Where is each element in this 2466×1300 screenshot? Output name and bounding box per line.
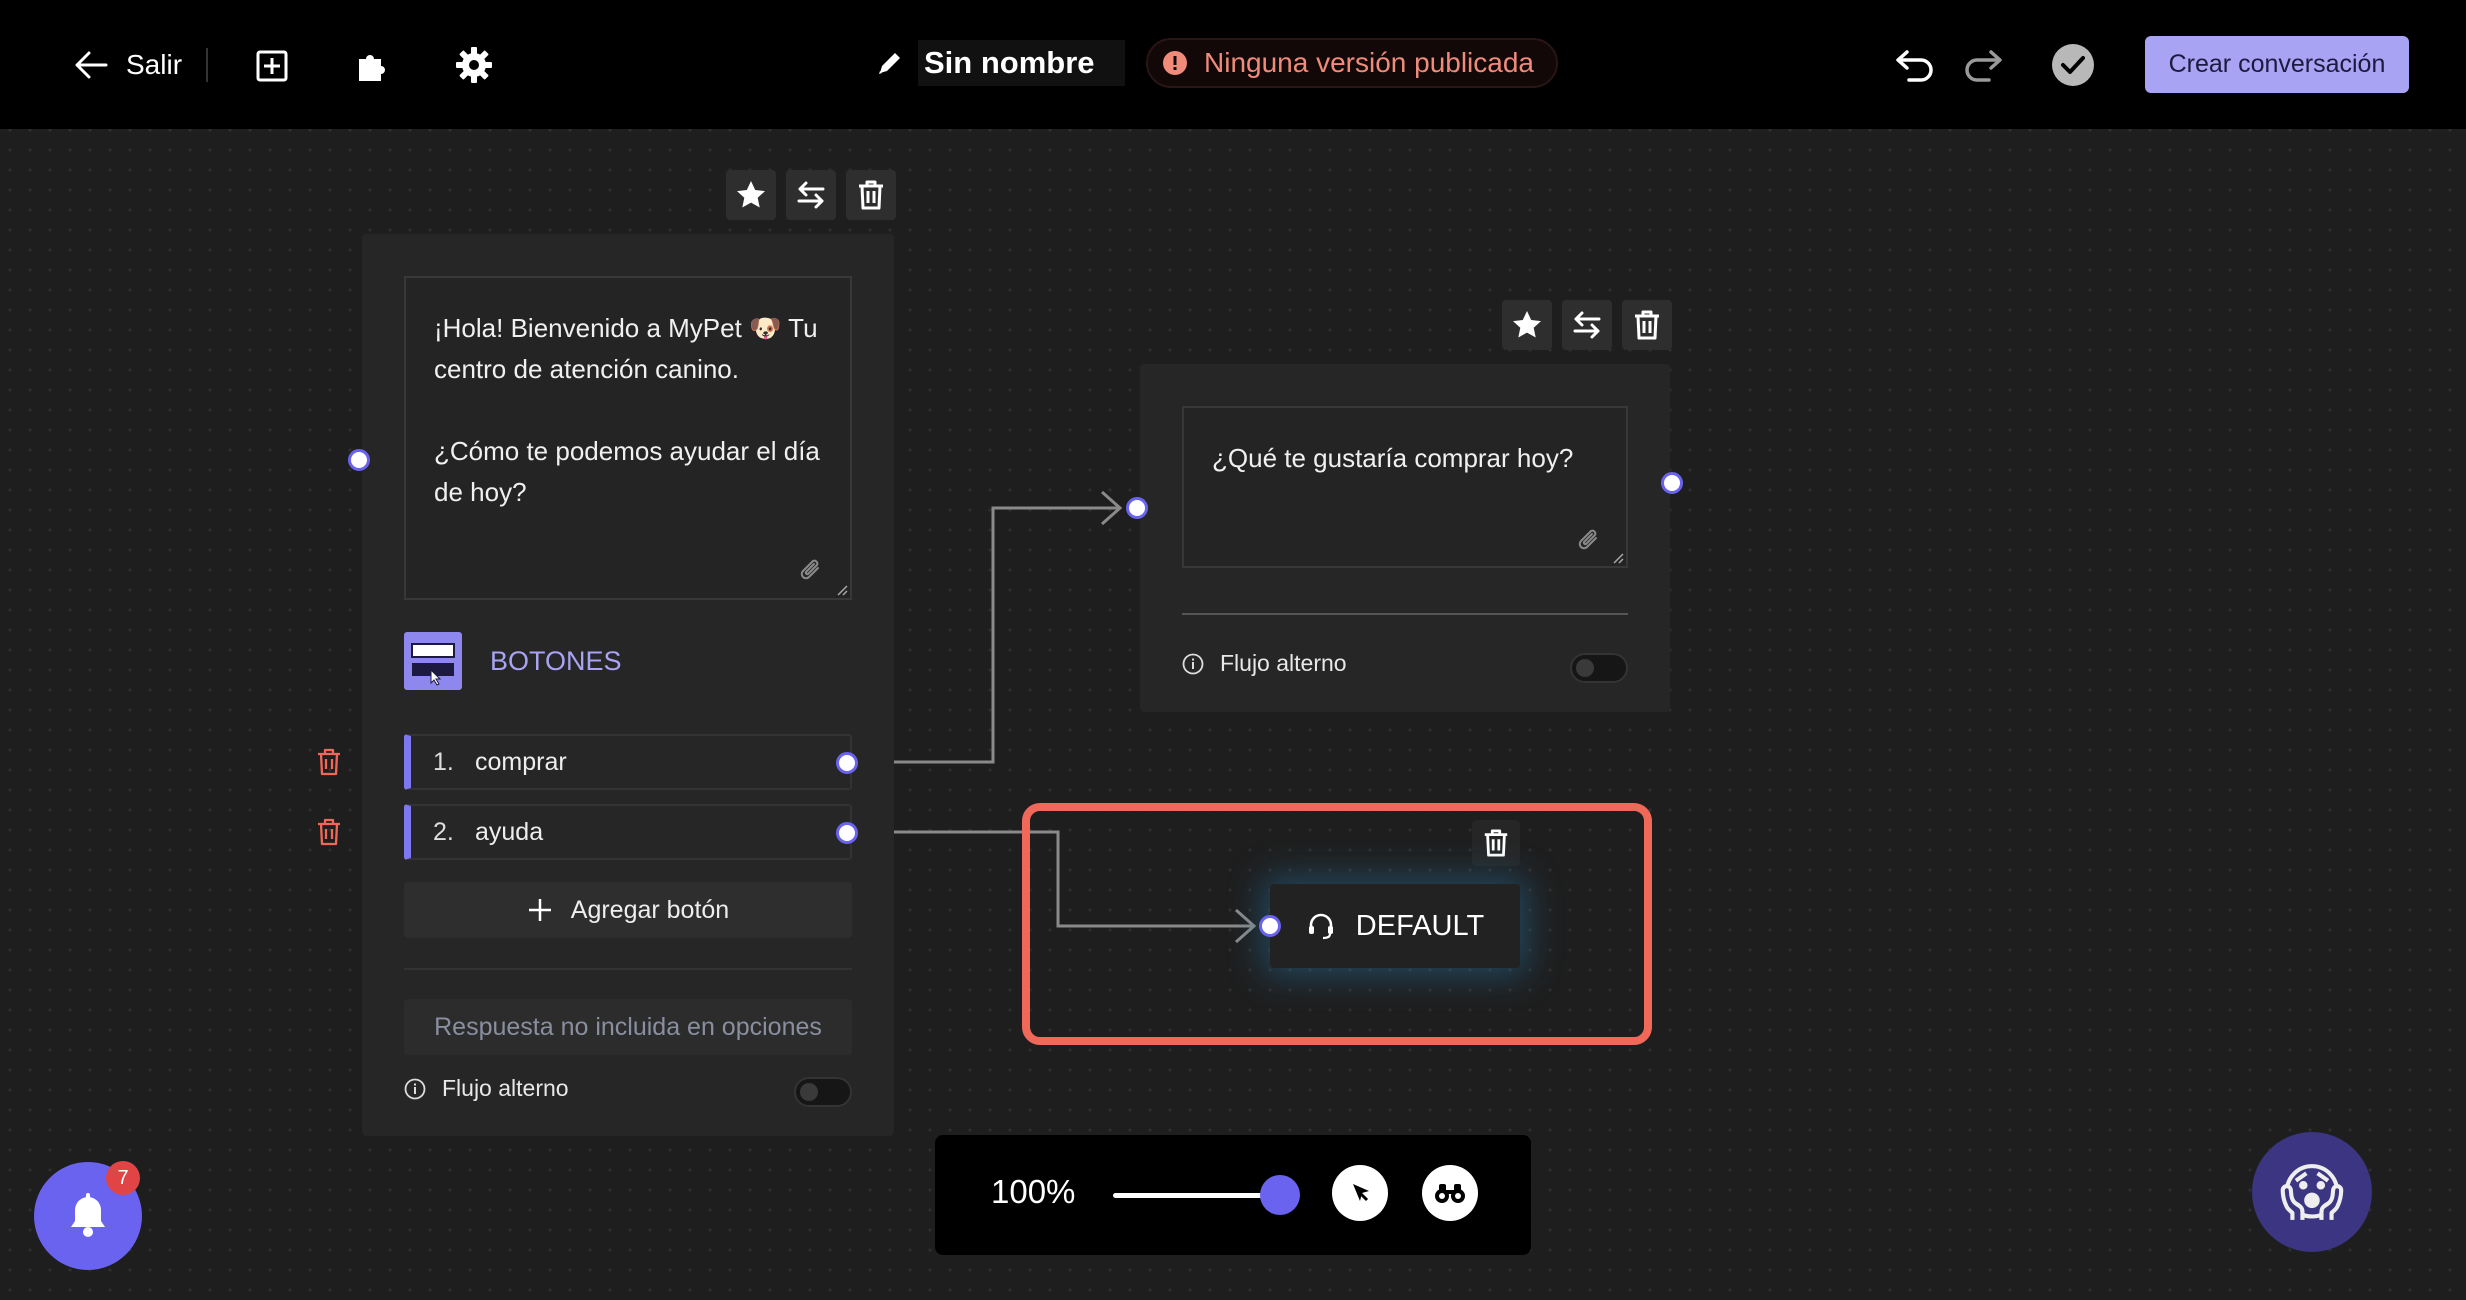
- option-comprar[interactable]: 1. comprar: [404, 734, 852, 790]
- alt-flow-label: Flujo alterno: [1220, 650, 1347, 676]
- fallback-response-button[interactable]: Respuesta no incluida en opciones: [404, 999, 852, 1055]
- create-conversation-button[interactable]: Crear conversación: [2145, 36, 2409, 93]
- option-label: ayuda: [475, 817, 544, 846]
- option-comprar-handle[interactable]: [836, 752, 858, 774]
- add-node-button[interactable]: [250, 44, 294, 88]
- buttons-section-label: BOTONES: [490, 645, 622, 676]
- trash-icon: [1482, 828, 1510, 858]
- star-icon: [1511, 309, 1543, 341]
- shop-node[interactable]: ¿Qué te gustaría comprar hoy? Flujo alte…: [1140, 364, 1670, 712]
- swap-button[interactable]: [786, 170, 836, 220]
- alt-flow-toggle[interactable]: [794, 1077, 852, 1107]
- pencil-icon: [876, 49, 904, 77]
- add-button-label: Agregar botón: [570, 895, 730, 924]
- option-ayuda-handle[interactable]: [836, 822, 858, 844]
- bell-icon: [67, 1193, 109, 1239]
- title-text: Sin nombre: [918, 40, 1125, 86]
- paperclip-icon[interactable]: [1576, 528, 1602, 554]
- status-badge-text: Ninguna versión publicada: [1204, 47, 1534, 78]
- redo-button[interactable]: [1960, 44, 2006, 86]
- alt-flow-label: Flujo alterno: [442, 1075, 569, 1101]
- zoom-slider-knob[interactable]: [1260, 1175, 1300, 1215]
- set-start-button[interactable]: [1502, 300, 1552, 350]
- buttons-block-icon: [404, 632, 462, 690]
- shop-message-box[interactable]: ¿Qué te gustaría comprar hoy?: [1182, 406, 1628, 568]
- delete-option-ayuda-icon[interactable]: [316, 818, 342, 846]
- undo-button[interactable]: [1892, 44, 1938, 86]
- explore-button[interactable]: [1422, 1165, 1478, 1221]
- default-label: DEFAULT: [1355, 909, 1485, 942]
- swap-button[interactable]: [1562, 300, 1612, 350]
- validate-button[interactable]: [2050, 42, 2096, 88]
- select-tool-button[interactable]: [1332, 1165, 1388, 1221]
- add-button-button[interactable]: Agregar botón: [404, 882, 852, 938]
- settings-button[interactable]: [451, 42, 497, 88]
- resize-grip-icon[interactable]: [836, 584, 848, 596]
- alt-flow-toggle[interactable]: [1570, 653, 1628, 683]
- trash-icon: [856, 179, 886, 211]
- screaming-face-icon: 😱: [2279, 1158, 2345, 1228]
- welcome-input-handle[interactable]: [348, 449, 370, 471]
- info-icon: [404, 1078, 426, 1100]
- gear-icon: [455, 46, 493, 84]
- swap-icon: [1571, 309, 1603, 341]
- exit-label: Salir: [126, 49, 183, 80]
- option-ayuda[interactable]: 2. ayuda: [404, 804, 852, 860]
- plus-square-icon: [256, 50, 288, 82]
- welcome-message-box[interactable]: ¡Hola! Bienvenido a MyPet 🐶 Tu centro de…: [404, 276, 852, 600]
- delete-node-button[interactable]: [1622, 300, 1672, 350]
- alt-flow-row: Flujo alterno: [404, 1075, 569, 1102]
- alert-icon: [1162, 50, 1188, 76]
- arrow-left-icon: [74, 50, 108, 80]
- option-number: 1.: [433, 747, 454, 776]
- connector-arrowhead: [1101, 490, 1123, 526]
- resize-grip-icon[interactable]: [1612, 552, 1624, 564]
- binoculars-icon: [1433, 1180, 1467, 1206]
- integrations-button[interactable]: [350, 42, 396, 88]
- shop-node-toolbar: [1502, 300, 1672, 350]
- check-circle-icon: [2051, 43, 2095, 87]
- cursor-icon: [1346, 1179, 1374, 1207]
- set-start-button[interactable]: [726, 170, 776, 220]
- shop-message-text: ¿Qué te gustaría comprar hoy?: [1212, 443, 1574, 473]
- alt-flow-row: Flujo alterno: [1182, 650, 1347, 677]
- zoom-toolbar: 100%: [935, 1135, 1531, 1255]
- divider: [404, 968, 852, 970]
- trash-icon: [1632, 309, 1662, 341]
- help-avatar-button[interactable]: 😱: [2252, 1132, 2372, 1252]
- undo-icon: [1895, 48, 1935, 82]
- option-label: comprar: [475, 747, 567, 776]
- default-input-handle[interactable]: [1259, 915, 1281, 937]
- zoom-slider[interactable]: [1113, 1193, 1283, 1198]
- redo-icon: [1963, 48, 2003, 82]
- shop-output-handle[interactable]: [1661, 472, 1683, 494]
- info-icon: [1182, 653, 1204, 675]
- welcome-node-toolbar: [726, 170, 896, 220]
- puzzle-icon: [355, 47, 391, 83]
- option-number: 2.: [433, 817, 454, 846]
- star-icon: [735, 179, 767, 211]
- default-node[interactable]: DEFAULT: [1270, 884, 1520, 968]
- delete-node-button[interactable]: [846, 170, 896, 220]
- headset-icon: [1306, 911, 1336, 941]
- welcome-message-text: ¡Hola! Bienvenido a MyPet 🐶 Tu centro de…: [434, 313, 820, 507]
- paperclip-icon[interactable]: [798, 558, 824, 584]
- delete-default-button[interactable]: [1472, 820, 1520, 866]
- conversation-title[interactable]: Sin nombre: [876, 40, 1125, 86]
- connector-comprar-to-shop: [894, 506, 1118, 764]
- swap-icon: [795, 179, 827, 211]
- delete-option-comprar-icon[interactable]: [316, 748, 342, 776]
- status-badge: Ninguna versión publicada: [1146, 38, 1558, 88]
- welcome-node[interactable]: ¡Hola! Bienvenido a MyPet 🐶 Tu centro de…: [362, 234, 894, 1136]
- exit-button[interactable]: Salir: [74, 40, 182, 90]
- shop-input-handle[interactable]: [1126, 497, 1148, 519]
- zoom-level: 100%: [991, 1173, 1076, 1210]
- plus-icon: [527, 897, 553, 923]
- notification-count-badge: 7: [106, 1161, 140, 1195]
- divider: [206, 48, 208, 82]
- buttons-section-header: BOTONES: [404, 632, 622, 690]
- divider: [1182, 613, 1628, 615]
- top-bar: Salir Sin nombre Ninguna versión publica…: [0, 0, 2466, 129]
